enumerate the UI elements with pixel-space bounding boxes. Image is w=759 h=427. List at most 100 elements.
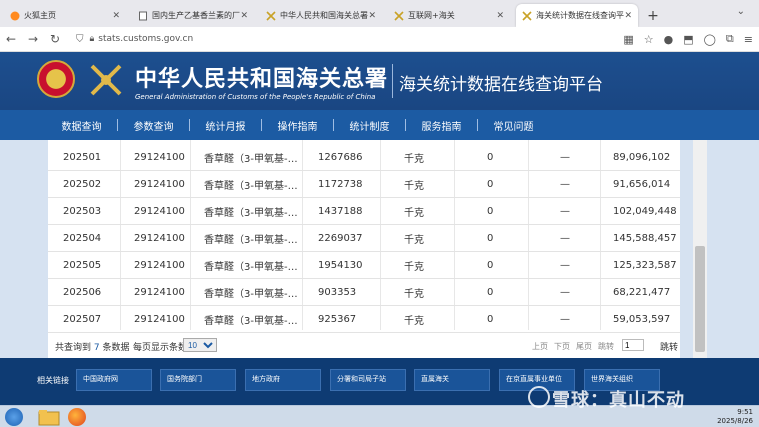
cell-period: 202501 [63, 151, 102, 163]
total-suffix: 条数据 [102, 343, 130, 353]
folder-icon[interactable] [38, 408, 60, 426]
cell-commodity-code: 29124100 [134, 178, 185, 190]
content-area: 202501 29124100 香草醛（3-甲氧基-4-羟基苯甲醛） 12676… [0, 140, 759, 358]
snowball-logo-icon [528, 386, 550, 408]
link-branch-sites[interactable]: 分署和司局子站 [330, 369, 406, 391]
forward-arrow-icon[interactable]: → [22, 32, 44, 46]
cell-commodity-name: 香草醛（3-甲氧基-4-羟基苯甲醛） [204, 315, 299, 327]
reload-icon[interactable]: ↻ [44, 32, 66, 46]
cell-commodity-code: 29124100 [134, 151, 185, 163]
extensions-icon[interactable]: ⧉ [726, 32, 734, 46]
result-count: 共查询到 7 条数据 [55, 340, 130, 353]
prev-page-link[interactable]: 下页 [554, 341, 570, 352]
divider [392, 64, 393, 98]
cell-commodity-code: 29124100 [134, 232, 185, 244]
back-arrow-icon[interactable]: ← [0, 32, 22, 46]
tab-firefox-home[interactable]: 火狐主页 ✕ [4, 4, 126, 27]
link-local-gov[interactable]: 地方政府 [245, 369, 321, 391]
cell-commodity-name: 香草醛（3-甲氧基-4-羟基苯甲醛） [204, 153, 299, 165]
cell-value: 145,588,457 [613, 232, 677, 244]
new-tab-button[interactable]: + [644, 4, 662, 27]
cell-second-quantity: 0 [487, 232, 494, 244]
tab-title: 国内生产乙基香兰素的厂家 [152, 11, 241, 20]
cell-value: 89,096,102 [613, 151, 671, 163]
first-page-link[interactable]: 上页 [532, 341, 548, 352]
cell-second-unit: — [560, 205, 570, 217]
pocket-icon[interactable]: ⬒ [683, 33, 693, 46]
cell-second-unit: — [560, 232, 570, 244]
cell-second-unit: — [560, 178, 570, 190]
close-tab-icon[interactable]: ✕ [624, 11, 632, 21]
tab-customs-general[interactable]: 中华人民共和国海关总署 ✕ [260, 4, 382, 27]
table-row: 202504 29124100 香草醛（3-甲氧基-4-羟基苯甲醛） 22690… [48, 225, 680, 252]
related-links-label: 相关链接 [37, 376, 69, 385]
tab-title: 互联网+海关 [408, 11, 455, 20]
cell-value: 102,049,448 [613, 205, 677, 217]
cell-second-quantity: 0 [487, 205, 494, 217]
nav-service-guide[interactable]: 服务指南 [406, 118, 477, 133]
chevron-down-icon[interactable]: ⌄ [737, 6, 745, 17]
link-direct-customs[interactable]: 直属海关 [414, 369, 490, 391]
cell-first-unit: 千克 [404, 207, 424, 219]
jump-label: 跳转 [598, 342, 614, 351]
cell-first-unit: 千克 [404, 315, 424, 327]
page-scrollbar[interactable] [693, 140, 707, 358]
next-page-link[interactable]: 尾页 [576, 341, 592, 352]
cell-commodity-name: 香草醛（3-甲氧基-4-羟基苯甲醛） [204, 261, 299, 273]
cell-period: 202503 [63, 205, 102, 217]
cell-value: 125,323,587 [613, 259, 677, 271]
address-bar[interactable]: ⛉ 🔒︎ stats.customs.gov.cn [76, 30, 496, 49]
cell-second-unit: — [560, 313, 570, 325]
close-tab-icon[interactable]: ✕ [496, 11, 504, 21]
cell-value: 91,656,014 [613, 178, 671, 190]
nav-statistics-system[interactable]: 统计制度 [334, 118, 405, 133]
tab-title: 中华人民共和国海关总署 [280, 11, 368, 20]
go-button[interactable]: 跳转 [660, 340, 678, 353]
qr-code-icon[interactable]: ▦ [623, 33, 633, 46]
per-page-label: 每页显示条数 [133, 343, 188, 353]
cell-first-quantity: 2269037 [318, 232, 363, 244]
link-state-council[interactable]: 国务院部门 [160, 369, 236, 391]
tab-customs-stats[interactable]: 海关统计数据在线查询平台 ✕ [516, 4, 638, 27]
nav-parameter-query[interactable]: 参数查询 [118, 118, 189, 133]
tab-title: 海关统计数据在线查询平台 [536, 11, 625, 20]
cell-first-quantity: 925367 [318, 313, 357, 325]
customs-emblem-icon [522, 10, 532, 21]
tab-vanillin-search[interactable]: 国内生产乙基香兰素的厂家 ✕ [132, 4, 254, 27]
cell-first-unit: 千克 [404, 180, 424, 192]
nav-faq[interactable]: 常见问题 [478, 118, 549, 133]
bookmark-star-icon[interactable]: ☆ [644, 33, 654, 46]
start-button-icon[interactable] [5, 408, 23, 426]
close-tab-icon[interactable]: ✕ [368, 11, 376, 21]
cell-value: 68,221,477 [613, 286, 671, 298]
extension-badge-icon[interactable]: ● [664, 33, 674, 46]
cell-second-quantity: 0 [487, 286, 494, 298]
nav-monthly-report[interactable]: 统计月报 [190, 118, 261, 133]
link-gov-cn[interactable]: 中国政府网 [76, 369, 152, 391]
shield-icon[interactable]: ⛉ [76, 34, 84, 45]
document-icon [139, 11, 147, 20]
menu-icon[interactable]: ≡ [744, 33, 753, 46]
account-icon[interactable]: ◯ [704, 33, 716, 46]
site-banner: 中华人民共和国海关总署 General Administration of Cu… [0, 52, 759, 110]
tab-internet-customs[interactable]: 互联网+海关 ✕ [388, 4, 510, 27]
cell-first-quantity: 903353 [318, 286, 357, 298]
page-number-input[interactable] [622, 339, 644, 351]
scrollbar-thumb[interactable] [695, 246, 705, 352]
cell-period: 202506 [63, 286, 102, 298]
cell-period: 202502 [63, 178, 102, 190]
cell-first-unit: 千克 [404, 288, 424, 300]
cell-second-unit: — [560, 286, 570, 298]
table-row: 202501 29124100 香草醛（3-甲氧基-4-羟基苯甲醛） 12676… [48, 144, 680, 171]
firefox-icon [10, 11, 20, 20]
per-page-select[interactable]: 10 [183, 338, 217, 352]
cell-commodity-name: 香草醛（3-甲氧基-4-羟基苯甲醛） [204, 180, 299, 192]
cell-second-quantity: 0 [487, 259, 494, 271]
nav-operation-guide[interactable]: 操作指南 [262, 118, 333, 133]
lock-icon[interactable]: 🔒︎ [90, 34, 95, 44]
close-tab-icon[interactable]: ✕ [240, 11, 248, 21]
firefox-taskbar-icon[interactable] [68, 408, 86, 426]
platform-title: 海关统计数据在线查询平台 [399, 75, 603, 95]
close-tab-icon[interactable]: ✕ [112, 11, 120, 21]
nav-data-query[interactable]: 数据查询 [46, 118, 117, 133]
